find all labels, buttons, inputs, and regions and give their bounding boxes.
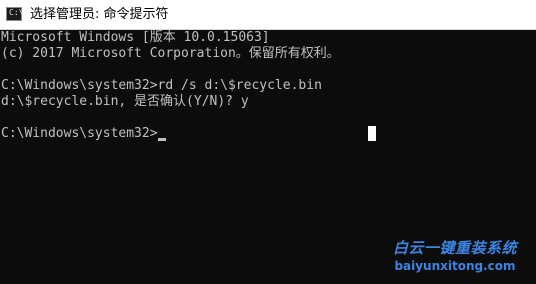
window-title: 选择管理员: 命令提示符 (30, 7, 169, 22)
watermark-title: 白云一键重装系统 (392, 239, 517, 257)
console-window: C:\ 选择管理员: 命令提示符 Microsoft Windows [版本 1… (0, 0, 536, 284)
console-line: (c) 2017 Microsoft Corporation。保留所有权利。 (1, 46, 340, 61)
console-prompt: C:\Windows\system32> (1, 126, 158, 141)
title-bar[interactable]: C:\ 选择管理员: 命令提示符 (0, 0, 536, 30)
cmd-icon: C:\ (6, 7, 23, 21)
block-cursor (368, 126, 376, 141)
console-line: d:\$recycle.bin, 是否确认(Y/N)? y (1, 94, 249, 109)
watermark-logo: 白云一键重装系统 baiyunxitong.com (380, 238, 530, 278)
watermark-url: baiyunxitong.com (394, 259, 516, 273)
prompt-line[interactable]: C:\Windows\system32> (1, 126, 536, 142)
console-line: C:\Windows\system32>rd /s d:\$recycle.bi… (1, 78, 322, 93)
console-line: Microsoft Windows [版本 10.0.15063] (1, 30, 270, 45)
text-cursor (157, 138, 166, 141)
